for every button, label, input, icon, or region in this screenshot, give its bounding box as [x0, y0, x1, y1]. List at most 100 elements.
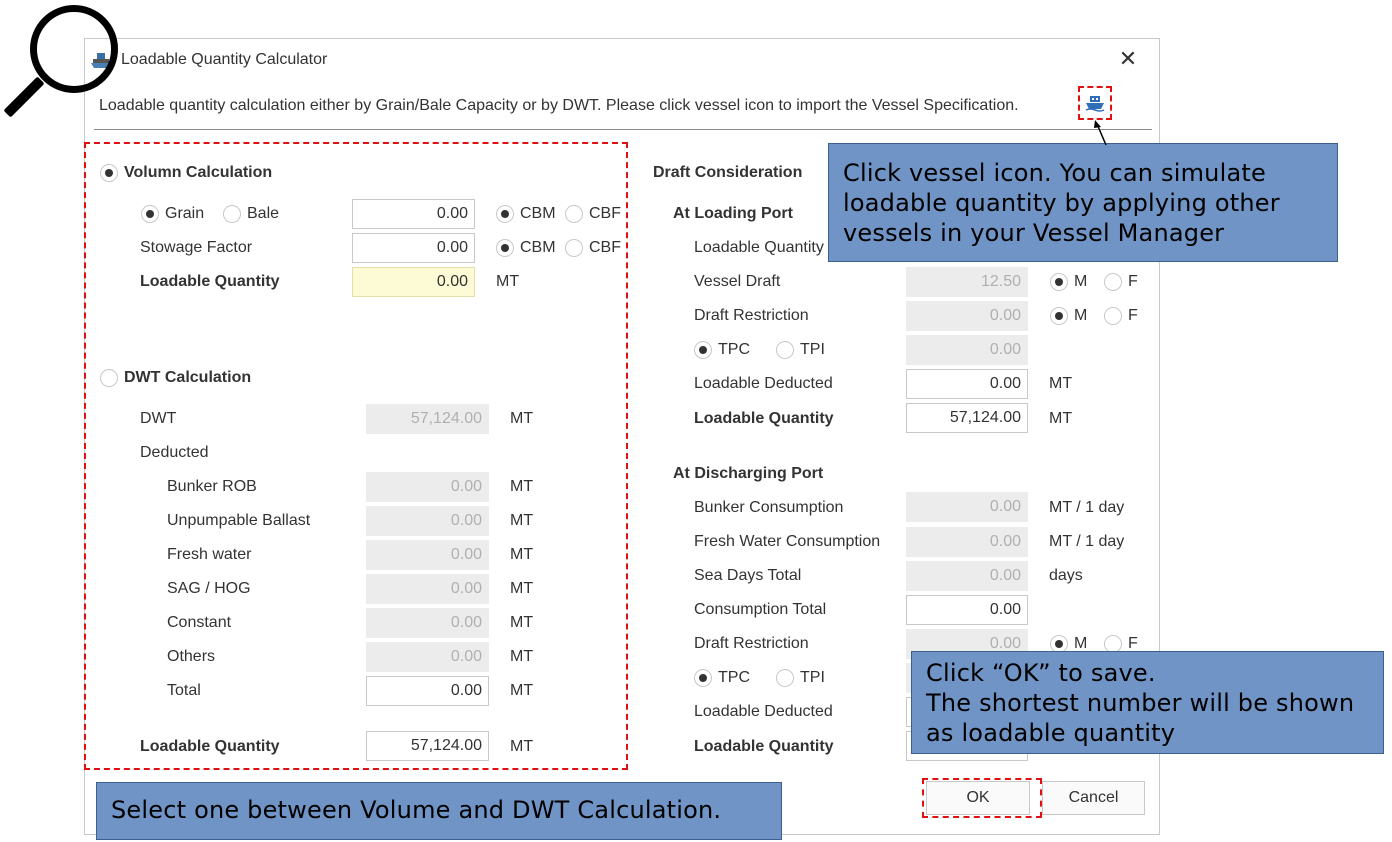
- vessel-draft-input[interactable]: 12.50: [906, 267, 1028, 297]
- bale-radio[interactable]: [223, 205, 241, 223]
- loading-deducted-input[interactable]: 0.00: [906, 369, 1028, 399]
- ok-callout-line: The shortest number will be shown: [926, 689, 1355, 717]
- grain-label: Grain: [165, 205, 205, 222]
- vessel-draft-m-label: M: [1074, 273, 1088, 290]
- bunker-consumption-input[interactable]: 0.00: [906, 492, 1028, 522]
- constant-input[interactable]: 0.00: [366, 608, 489, 638]
- sea-days-unit: days: [1049, 567, 1083, 584]
- loading-draft-restriction-input[interactable]: 0.00: [906, 301, 1028, 331]
- sea-days-input[interactable]: 0.00: [906, 561, 1028, 591]
- capacity-cbf-radio[interactable]: [565, 205, 583, 223]
- constant-label: Constant: [167, 614, 232, 631]
- bunker-rob-input[interactable]: 0.00: [366, 472, 489, 502]
- dwt-input[interactable]: 57,124.00: [366, 404, 489, 434]
- bunker-consumption-label: Bunker Consumption: [694, 499, 844, 516]
- total-unit: MT: [510, 682, 534, 699]
- dwt-loadable-label: Loadable Quantity: [140, 738, 280, 755]
- draft-consideration-label: Draft Consideration: [653, 164, 803, 181]
- vessel-draft-m-radio[interactable]: [1050, 273, 1068, 291]
- loading-restriction-f-radio[interactable]: [1104, 307, 1122, 325]
- arrow-icon: [1094, 120, 1107, 146]
- volume-loadable-label: Loadable Quantity: [140, 273, 280, 290]
- total-label: Total: [167, 682, 201, 699]
- discharging-tpc-label: TPC: [718, 669, 750, 686]
- loading-loadable-qty-label: Loadable Quantity: [694, 239, 824, 256]
- unpumpable-ballast-unit: MT: [510, 512, 534, 529]
- consumption-total-label: Consumption Total: [694, 601, 827, 618]
- select-callout-line: Select one between Volume and DWT Calcul…: [111, 796, 722, 824]
- ok-button-highlight: [922, 778, 1042, 818]
- dwt-loadable-unit: MT: [510, 738, 534, 755]
- grain-radio[interactable]: [141, 205, 159, 223]
- ok-callout-line: Click “OK” to save.: [926, 659, 1156, 687]
- loading-deducted-unit: MT: [1049, 375, 1073, 392]
- stowage-cbf-label: CBF: [589, 239, 621, 256]
- stowage-cbm-radio[interactable]: [496, 239, 514, 257]
- discharging-draft-restriction-label: Draft Restriction: [694, 635, 809, 652]
- capacity-cbf-label: CBF: [589, 205, 621, 222]
- fresh-water-consumption-label: Fresh Water Consumption: [694, 533, 881, 550]
- vessel-draft-label: Vessel Draft: [694, 273, 781, 290]
- loading-tpi-radio[interactable]: [776, 341, 794, 359]
- vessel-callout-line: Click vessel icon. You can simulate: [843, 159, 1266, 187]
- loading-deducted-label: Loadable Deducted: [694, 375, 833, 392]
- sag-hog-unit: MT: [510, 580, 534, 597]
- ok-callout-line: as loadable quantity: [926, 719, 1176, 747]
- others-label: Others: [167, 648, 216, 665]
- volume-loadable-unit: MT: [496, 273, 520, 290]
- others-input[interactable]: 0.00: [366, 642, 489, 672]
- discharging-tpi-label: TPI: [800, 669, 825, 686]
- loading-restriction-f-label: F: [1128, 307, 1138, 324]
- discharging-loadable-label: Loadable Quantity: [694, 738, 834, 755]
- vessel-callout-line: loadable quantity by applying other: [843, 189, 1280, 217]
- discharging-tpc-radio[interactable]: [694, 669, 712, 687]
- consumption-total-input[interactable]: 0.00: [906, 595, 1028, 625]
- vessel-callout-line: vessels in your Vessel Manager: [843, 219, 1225, 247]
- total-input[interactable]: 0.00: [366, 676, 489, 706]
- unpumpable-ballast-input[interactable]: 0.00: [366, 506, 489, 536]
- capacity-cbm-radio[interactable]: [496, 205, 514, 223]
- discharging-tpi-radio[interactable]: [776, 669, 794, 687]
- cancel-button[interactable]: Cancel: [1042, 781, 1145, 815]
- loading-loadable-label: Loadable Quantity: [694, 410, 834, 427]
- capacity-cbm-label: CBM: [520, 205, 556, 222]
- dialog-description: Loadable quantity calculation either by …: [99, 97, 1019, 114]
- stowage-factor-label: Stowage Factor: [140, 239, 253, 256]
- loading-restriction-m-label: M: [1074, 307, 1088, 324]
- vessel-draft-f-radio[interactable]: [1104, 273, 1122, 291]
- fresh-water-label: Fresh water: [167, 546, 252, 563]
- loading-tpi-label: TPI: [800, 341, 825, 358]
- select-method-callout: Select one between Volume and DWT Calcul…: [96, 782, 782, 840]
- import-vessel-button[interactable]: [1078, 86, 1112, 120]
- dwt-label: DWT: [140, 410, 177, 427]
- fresh-water-consumption-input[interactable]: 0.00: [906, 527, 1028, 557]
- bunker-rob-label: Bunker ROB: [167, 478, 257, 495]
- sag-hog-label: SAG / HOG: [167, 580, 251, 597]
- dwt-calculation-radio[interactable]: [100, 369, 118, 387]
- bunker-consumption-unit: MT / 1 day: [1049, 499, 1125, 516]
- vessel-icon-callout: Click vessel icon. You can simulate load…: [828, 143, 1338, 262]
- bunker-rob-unit: MT: [510, 478, 534, 495]
- fresh-water-unit: MT: [510, 546, 534, 563]
- stowage-factor-input[interactable]: 0.00: [352, 233, 475, 263]
- unpumpable-ballast-label: Unpumpable Ballast: [167, 512, 311, 529]
- volume-calculation-label: Volumn Calculation: [124, 164, 273, 181]
- vessel-draft-f-label: F: [1128, 273, 1138, 290]
- magnifier-icon: [30, 5, 118, 93]
- magnifier-handle: [3, 76, 45, 118]
- fresh-water-input[interactable]: 0.00: [366, 540, 489, 570]
- close-icon[interactable]: ✕: [1116, 47, 1140, 71]
- ship-icon: [1085, 96, 1105, 112]
- bale-label: Bale: [247, 205, 280, 222]
- loading-tpc-input[interactable]: 0.00: [906, 335, 1028, 365]
- sag-hog-input[interactable]: 0.00: [366, 574, 489, 604]
- loading-restriction-m-radio[interactable]: [1050, 307, 1068, 325]
- capacity-input[interactable]: 0.00: [352, 199, 475, 229]
- stowage-cbf-radio[interactable]: [565, 239, 583, 257]
- volume-calculation-radio[interactable]: [100, 164, 118, 182]
- constant-unit: MT: [510, 614, 534, 631]
- stowage-cbm-label: CBM: [520, 239, 556, 256]
- loading-tpc-label: TPC: [718, 341, 750, 358]
- discharging-deducted-label: Loadable Deducted: [694, 703, 833, 720]
- loading-tpc-radio[interactable]: [694, 341, 712, 359]
